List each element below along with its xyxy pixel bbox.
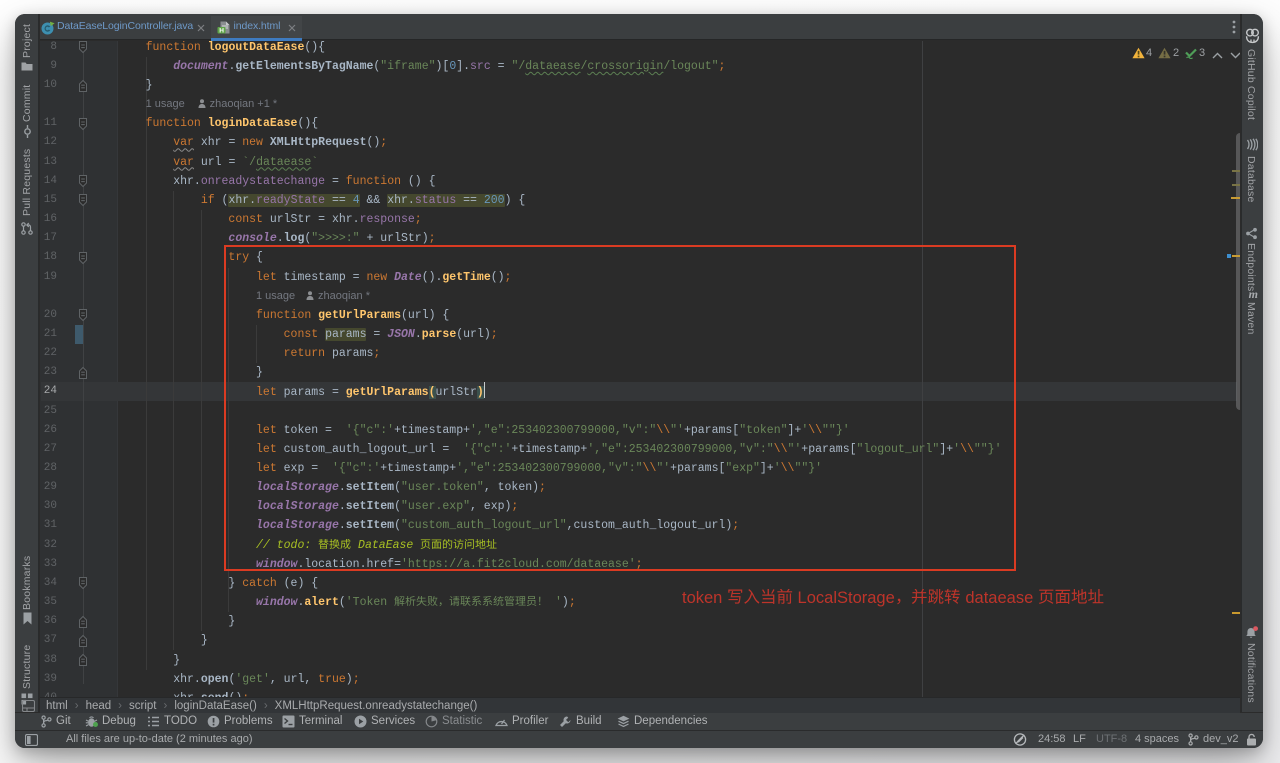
svg-text:H: H: [219, 27, 224, 34]
